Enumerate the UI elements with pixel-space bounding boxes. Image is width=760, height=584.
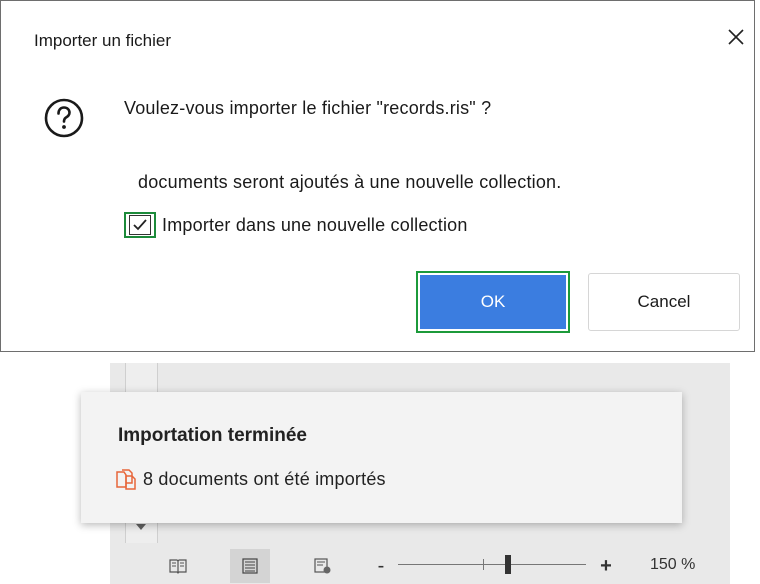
close-icon xyxy=(728,29,744,45)
reading-view-button[interactable] xyxy=(158,549,198,583)
dialog-title: Importer un fichier xyxy=(34,31,171,50)
question-icon xyxy=(44,98,84,138)
dialog-info-text: documents seront ajoutés à une nouvelle … xyxy=(138,172,562,192)
zoom-slider-track[interactable] xyxy=(398,564,586,565)
import-complete-notification: Importation terminée 8 documents ont été… xyxy=(81,392,682,523)
close-button[interactable] xyxy=(719,21,753,53)
reading-view-icon xyxy=(169,559,187,574)
zoom-slider-tick xyxy=(483,559,484,570)
checkmark-icon xyxy=(133,219,147,231)
dialog-question: Voulez-vous importer le fichier "records… xyxy=(124,98,492,118)
documents-icon xyxy=(116,469,136,490)
notification-message: 8 documents ont été importés xyxy=(143,468,386,489)
checkbox-label[interactable]: Importer dans une nouvelle collection xyxy=(162,215,468,236)
import-dialog: Importer un fichier Voulez-vous importer… xyxy=(0,0,755,352)
web-view-icon xyxy=(314,558,331,574)
page-view-button[interactable] xyxy=(230,549,270,583)
new-collection-checkbox[interactable]: Importer dans une nouvelle collection xyxy=(124,210,468,240)
zoom-level[interactable]: 150 % xyxy=(650,556,695,574)
zoom-slider-thumb[interactable] xyxy=(505,555,511,574)
ok-button-label[interactable]: OK xyxy=(420,275,566,329)
cancel-button[interactable]: Cancel xyxy=(588,273,740,331)
checkbox-focus-outline[interactable] xyxy=(124,212,156,238)
ok-button[interactable]: OK xyxy=(416,271,570,333)
web-view-button[interactable] xyxy=(302,549,342,583)
zoom-in-button[interactable]: + xyxy=(597,551,615,581)
checkbox-box[interactable] xyxy=(129,215,151,235)
notification-title: Importation terminée xyxy=(118,425,307,446)
zoom-out-button[interactable]: - xyxy=(372,551,390,581)
page-view-icon xyxy=(242,558,258,574)
triangle-down-icon xyxy=(136,524,146,530)
notification-message-row: 8 documents ont été importés xyxy=(115,468,386,490)
